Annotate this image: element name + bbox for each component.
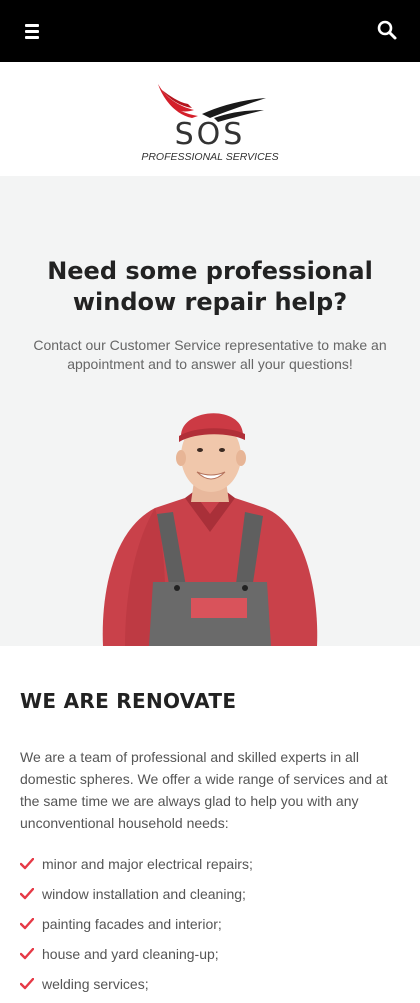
section-title: WE ARE RENOVATE xyxy=(20,689,237,713)
list-item: house and yard cleaning-up; xyxy=(20,943,400,973)
hero-title: Need some professional window repair hel… xyxy=(47,257,373,316)
hamburger-menu-icon[interactable] xyxy=(20,20,44,42)
list-item-label: minor and major electrical repairs; xyxy=(42,856,253,872)
list-item-label: house and yard cleaning-up; xyxy=(42,946,219,962)
check-icon xyxy=(20,948,34,960)
list-item: window installation and cleaning; xyxy=(20,883,400,913)
logo-wordmark: SOS xyxy=(175,117,246,152)
check-icon xyxy=(20,888,34,900)
worker-photo xyxy=(95,402,325,646)
logo-tagline: PROFESSIONAL SERVICES xyxy=(141,151,278,162)
hero-subtitle: Contact our Customer Service representat… xyxy=(33,337,387,372)
top-navigation-bar xyxy=(0,0,420,62)
check-icon xyxy=(20,978,34,990)
list-item-label: window installation and cleaning; xyxy=(42,886,246,902)
sos-logo[interactable]: SOS PROFESSIONAL SERVICES xyxy=(130,80,290,163)
list-item: welding services; xyxy=(20,973,400,1003)
check-icon xyxy=(20,858,34,870)
list-item-label: painting facades and interior; xyxy=(42,916,222,932)
list-item: painting facades and interior; xyxy=(20,913,400,943)
search-icon[interactable] xyxy=(376,19,398,41)
list-item: minor and major electrical repairs; xyxy=(20,853,400,883)
check-icon xyxy=(20,918,34,930)
about-text: We are a team of professional and skille… xyxy=(20,749,388,831)
list-item-label: welding services; xyxy=(42,976,149,992)
services-list: minor and major electrical repairs; wind… xyxy=(20,853,400,1003)
logo-header: SOS PROFESSIONAL SERVICES xyxy=(0,62,420,176)
hero-section: Need some professional window repair hel… xyxy=(0,176,420,646)
